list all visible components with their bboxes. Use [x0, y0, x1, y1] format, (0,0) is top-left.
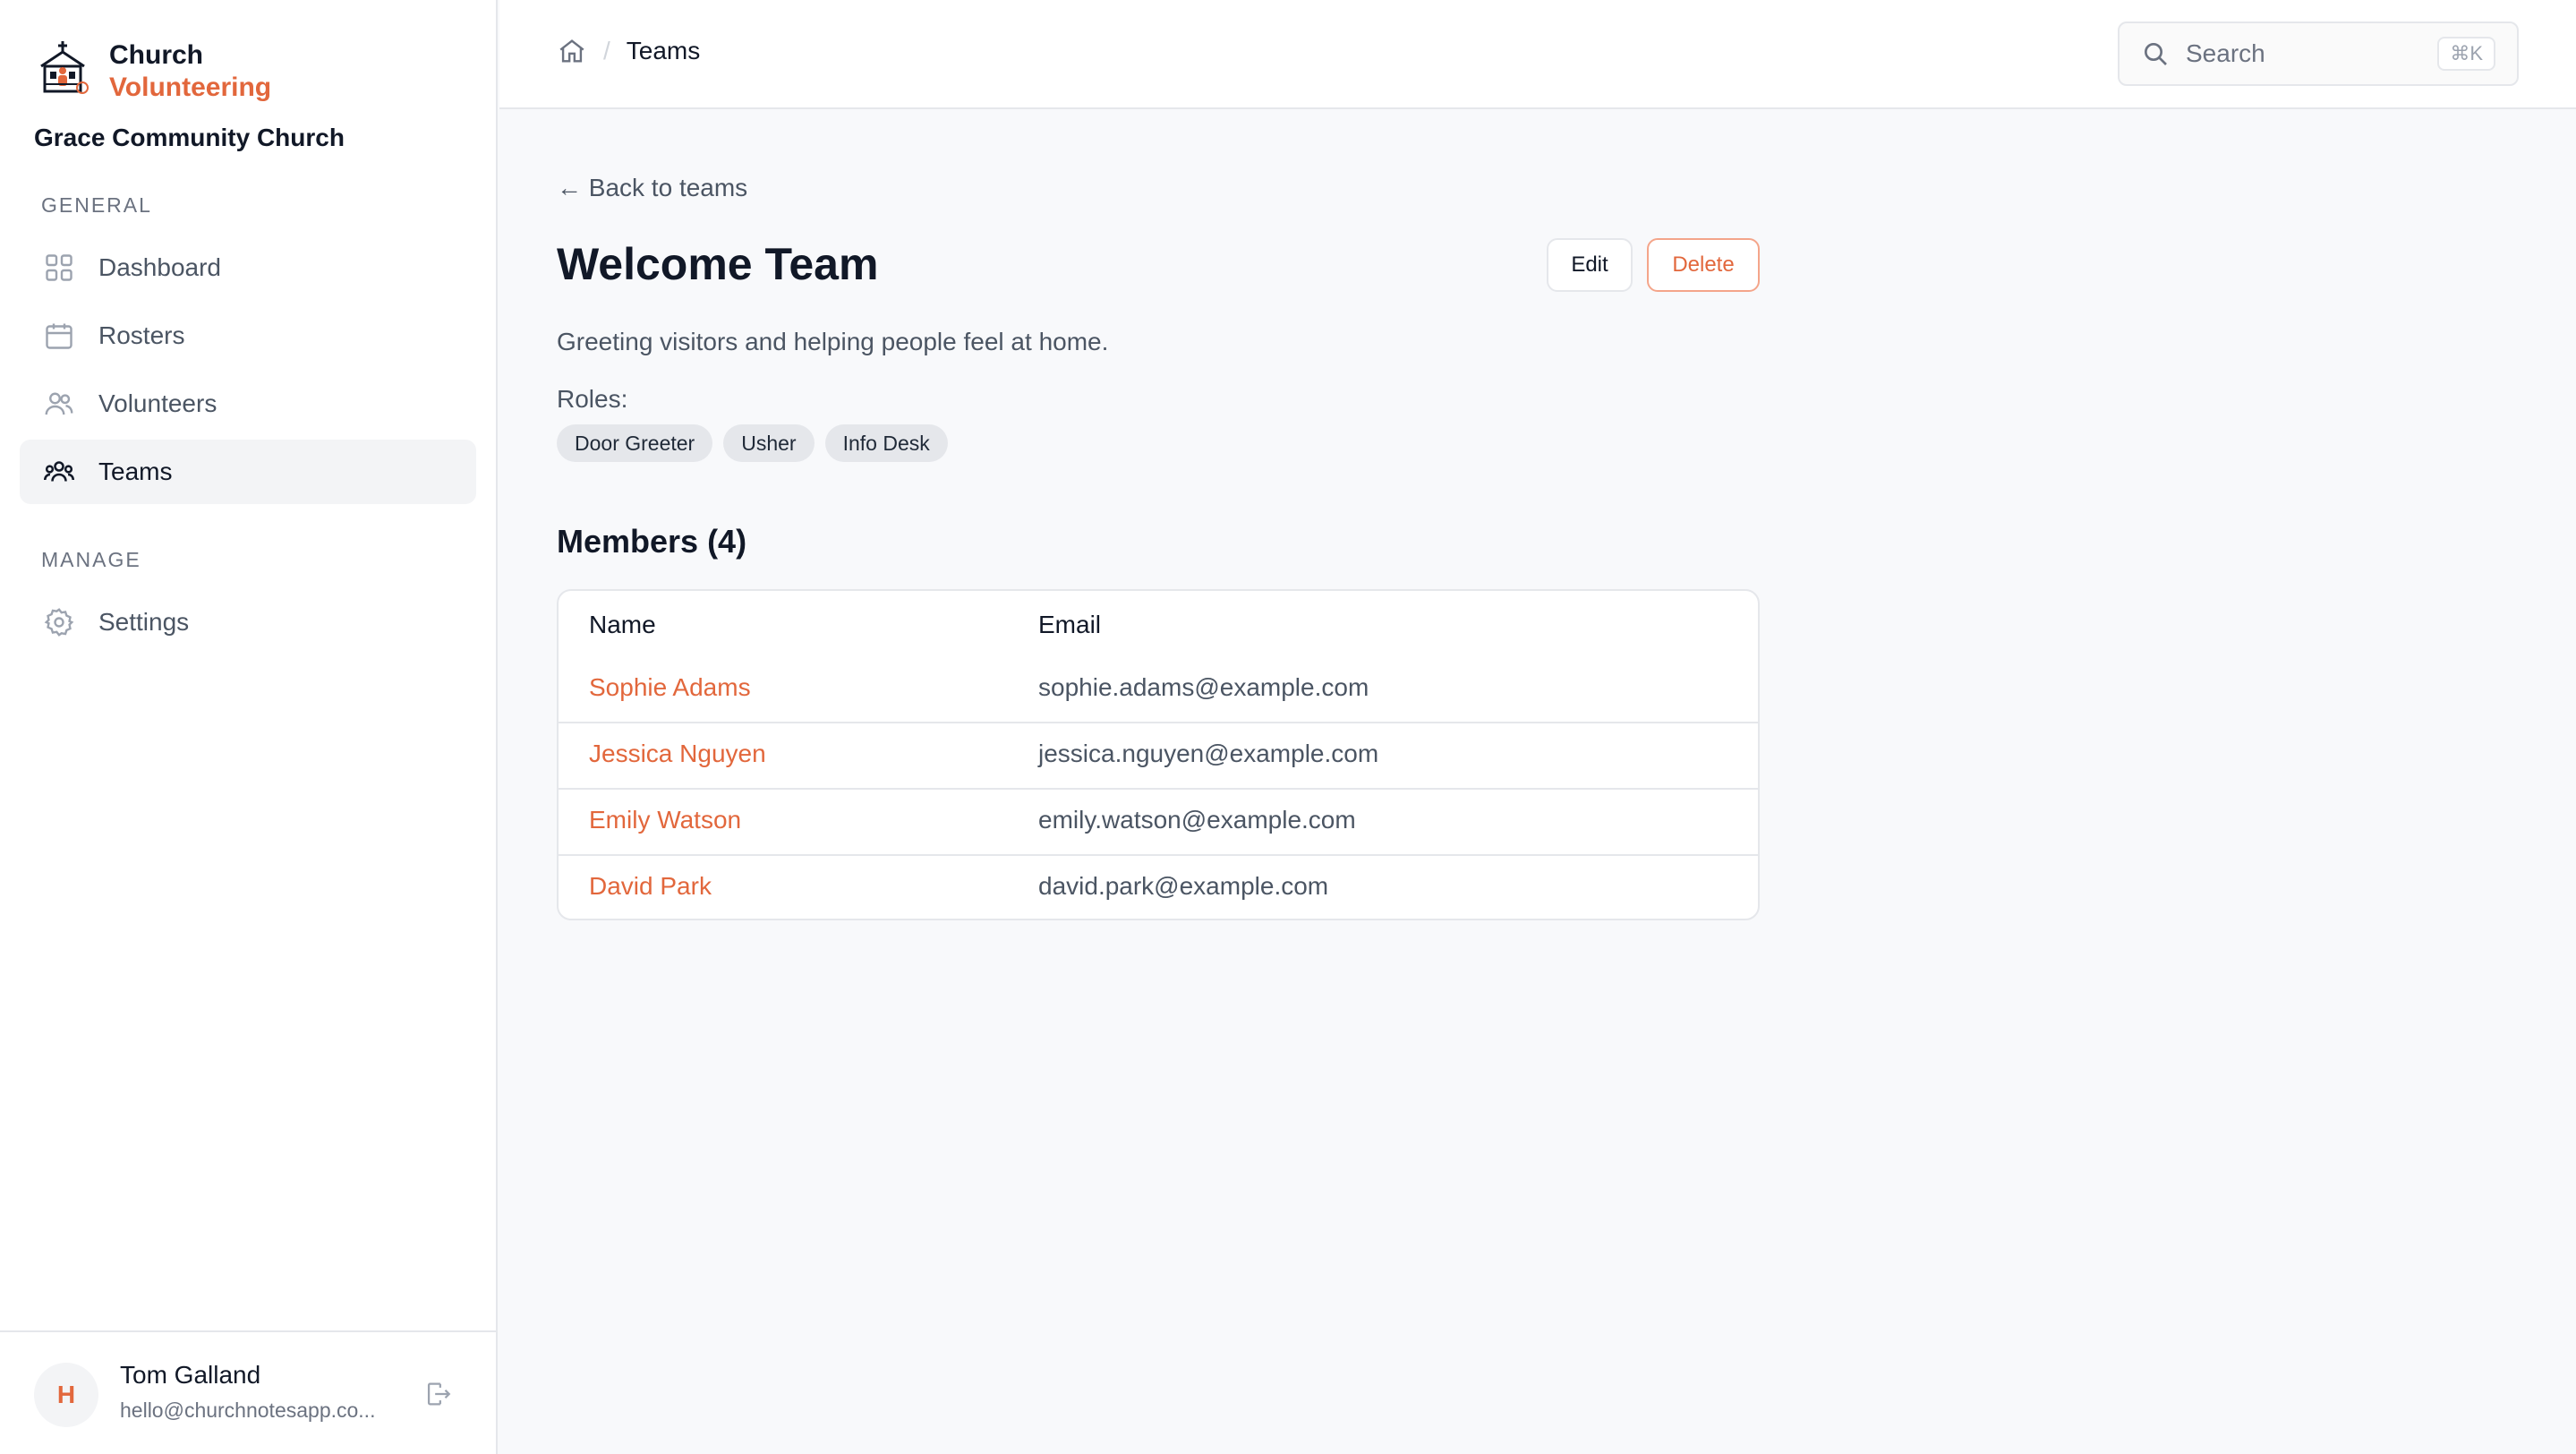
member-email: sophie.adams@example.com — [1038, 673, 1369, 701]
roles-label: Roles: — [557, 385, 628, 413]
member-email: david.park@example.com — [1038, 872, 1329, 900]
page-title: Welcome Team — [557, 239, 879, 289]
team-icon — [43, 456, 75, 488]
avatar[interactable]: H — [34, 1363, 98, 1427]
sidebar: Church Volunteering Grace Community Chur… — [0, 0, 498, 1454]
search-placeholder: Search — [2186, 39, 2265, 67]
section-label-general: General — [41, 193, 152, 217]
member-name-link[interactable]: David Park — [589, 872, 712, 901]
edit-button[interactable]: Edit — [1547, 238, 1633, 292]
search-shortcut: ⌘K — [2437, 37, 2495, 71]
column-header-email[interactable]: Email — [1038, 611, 1101, 639]
logout-icon[interactable] — [422, 1379, 453, 1409]
table-row[interactable]: David Park david.park@example.com — [559, 854, 1758, 919]
top-bar: / Teams Search ⌘K — [499, 0, 2576, 109]
breadcrumb-separator: / — [603, 37, 610, 64]
sidebar-item-volunteers[interactable]: Volunteers — [20, 372, 476, 436]
back-to-teams-link[interactable]: ← Back to teams — [557, 174, 747, 202]
sidebar-item-label: Rosters — [98, 321, 185, 349]
breadcrumb: / Teams — [557, 36, 700, 66]
sidebar-item-label: Settings — [98, 608, 190, 636]
member-email: emily.watson@example.com — [1038, 806, 1356, 834]
sidebar-item-label: Teams — [98, 458, 173, 485]
brand[interactable]: Church Volunteering — [36, 39, 271, 104]
sidebar-item-teams[interactable]: Teams — [20, 440, 476, 504]
organization-name: Grace Community Church — [34, 124, 345, 151]
church-logo-icon — [40, 41, 89, 94]
user-email: hello@churchnotesapp.co... — [120, 1398, 376, 1422]
sidebar-item-label: Volunteers — [98, 389, 218, 417]
member-name-link[interactable]: Sophie Adams — [589, 673, 751, 702]
member-name-link[interactable]: Jessica Nguyen — [589, 740, 766, 768]
role-chip: Info Desk — [824, 424, 948, 462]
brand-line2: Volunteering — [109, 73, 272, 102]
role-chip: Door Greeter — [557, 424, 713, 462]
search-icon — [2145, 43, 2167, 65]
user-name: Tom Galland — [120, 1361, 261, 1389]
sidebar-item-settings[interactable]: Settings — [20, 590, 476, 654]
delete-button[interactable]: Delete — [1647, 238, 1760, 292]
table-row[interactable]: Emily Watson emily.watson@example.com — [559, 788, 1758, 854]
home-icon[interactable] — [557, 36, 587, 66]
calendar-icon — [43, 320, 75, 352]
search-input[interactable]: Search ⌘K — [2118, 21, 2519, 86]
breadcrumb-current[interactable]: Teams — [627, 37, 700, 65]
sidebar-item-dashboard[interactable]: Dashboard — [20, 235, 476, 300]
members-table: Name Email Sophie Adams sophie.adams@exa… — [557, 589, 1760, 920]
table-row[interactable]: Sophie Adams sophie.adams@example.com — [559, 657, 1758, 723]
brand-name: Church Volunteering — [109, 39, 271, 104]
gear-icon — [43, 606, 75, 638]
section-label-manage: Manage — [41, 548, 141, 571]
member-name-link[interactable]: Emily Watson — [589, 806, 741, 834]
roles-list: Door Greeter Usher Info Desk — [557, 424, 959, 462]
member-email: jessica.nguyen@example.com — [1038, 740, 1379, 767]
users-icon — [43, 388, 75, 420]
sidebar-item-rosters[interactable]: Rosters — [20, 304, 476, 368]
members-heading: Members (4) — [557, 523, 747, 560]
sidebar-item-label: Dashboard — [98, 253, 221, 281]
table-row[interactable]: Jessica Nguyen jessica.nguyen@example.co… — [559, 722, 1758, 788]
table-header: Name Email — [559, 591, 1758, 663]
brand-line1: Church — [109, 40, 203, 70]
column-header-name[interactable]: Name — [589, 611, 656, 639]
role-chip: Usher — [723, 424, 815, 462]
team-description: Greeting visitors and helping people fee… — [557, 328, 1109, 355]
user-panel: H Tom Galland hello@churchnotesapp.co... — [0, 1330, 496, 1454]
grid-icon — [43, 252, 75, 284]
